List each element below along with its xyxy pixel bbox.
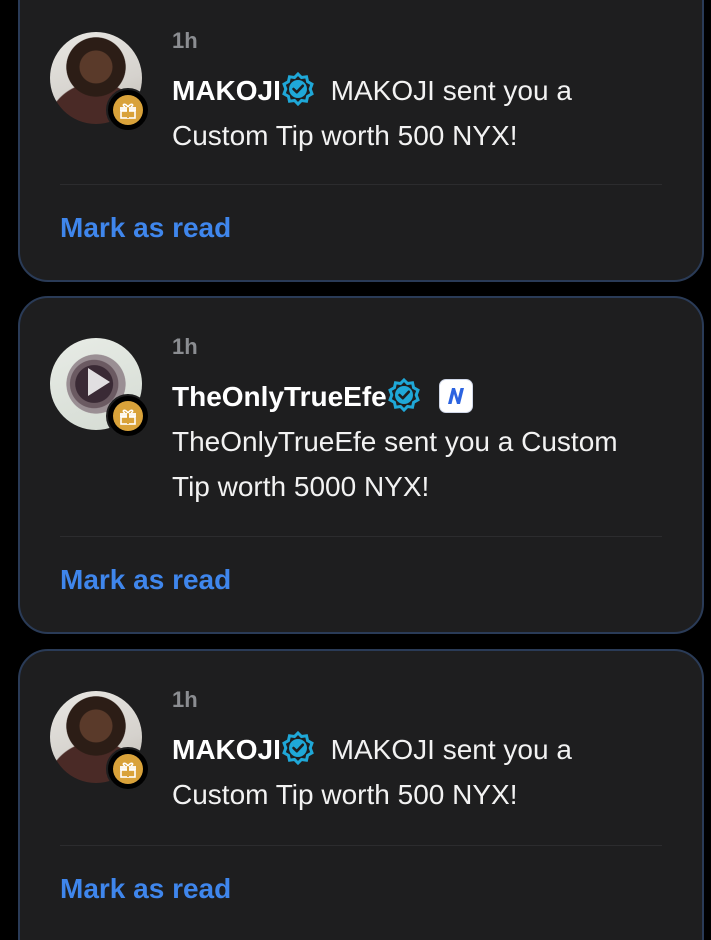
gift-icon <box>113 754 143 784</box>
verified-badge-icon <box>281 730 315 766</box>
divider <box>60 184 662 185</box>
mark-as-read-button[interactable]: Mark as read <box>60 873 231 905</box>
gift-badge <box>106 88 150 132</box>
play-icon <box>88 368 110 396</box>
gift-badge <box>106 394 150 438</box>
message-text-line2: Custom Tip worth 500 NYX! <box>172 120 518 151</box>
notification-message: MAKOJI MAKOJI sent you a Custom Tip worth… <box>172 68 682 158</box>
username-link[interactable]: MAKOJI <box>172 75 281 106</box>
username-link[interactable]: MAKOJI <box>172 734 281 765</box>
notification-time: 1h <box>172 334 198 359</box>
avatar-container[interactable] <box>50 32 150 132</box>
message-text-line2: Custom Tip worth 500 NYX! <box>172 779 518 810</box>
verified-badge-icon <box>387 377 421 413</box>
notification-message: TheOnlyTrueEfe TheOnlyTrueEfe sent you a … <box>172 374 682 509</box>
divider <box>60 845 662 846</box>
notification-message: MAKOJI MAKOJI sent you a Custom Tip worth… <box>172 727 682 817</box>
notification-time: 1h <box>172 687 198 712</box>
gift-badge <box>106 747 150 791</box>
notification-card[interactable]: 1h MAKOJI MAKOJI sent you a Custom Tip wo… <box>18 0 704 282</box>
avatar-container[interactable] <box>50 691 150 791</box>
verified-badge-icon <box>281 71 315 107</box>
gift-icon <box>113 401 143 431</box>
message-text-line1: TheOnlyTrueEfe sent you a Custom <box>172 426 618 457</box>
message-text-line1: MAKOJI sent you a <box>322 734 572 765</box>
nyx-logo-icon <box>438 379 473 413</box>
mark-as-read-button[interactable]: Mark as read <box>60 564 231 596</box>
message-text-line1: MAKOJI sent you a <box>322 75 572 106</box>
notification-time: 1h <box>172 28 198 53</box>
message-text-line2: Tip worth 5000 NYX! <box>172 471 430 502</box>
avatar-container[interactable] <box>50 338 150 438</box>
mark-as-read-button[interactable]: Mark as read <box>60 212 231 244</box>
gift-icon <box>113 95 143 125</box>
divider <box>60 536 662 537</box>
username-link[interactable]: TheOnlyTrueEfe <box>172 381 387 412</box>
notification-card[interactable]: 1h MAKOJI MAKOJI sent you a Custom Tip wo… <box>18 649 704 940</box>
notifications-feed: 1h MAKOJI MAKOJI sent you a Custom Tip wo… <box>0 0 711 940</box>
notification-card[interactable]: 1h TheOnlyTrueEfe TheOnlyTrueEfe sent you… <box>18 296 704 634</box>
